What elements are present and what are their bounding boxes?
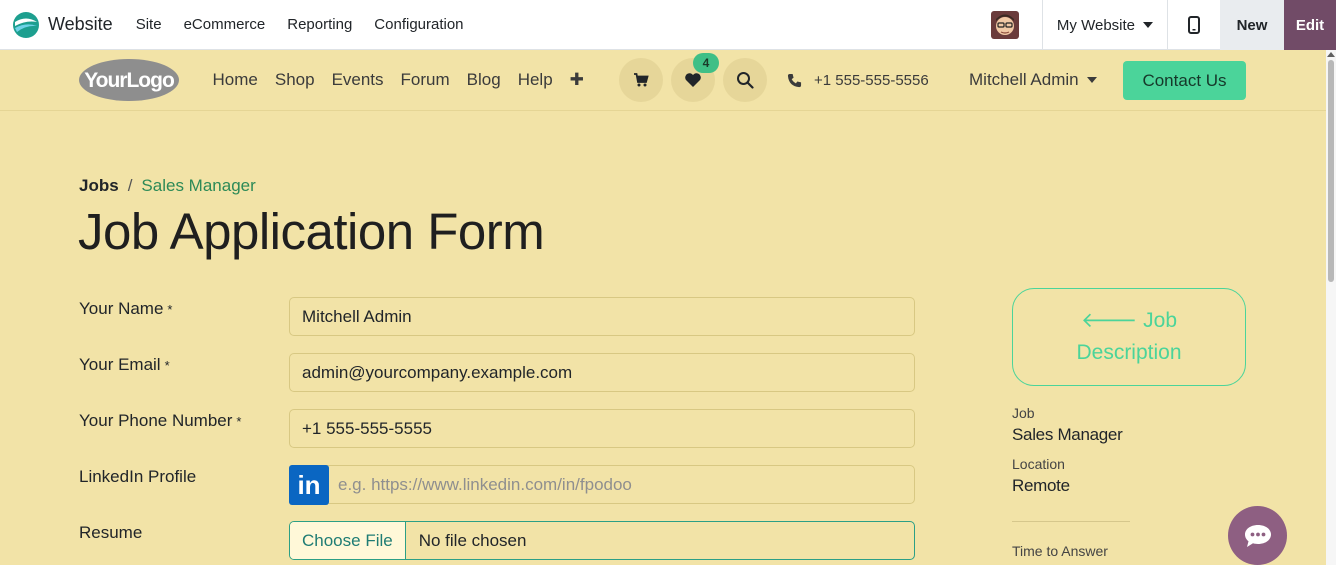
avatar-image [990,11,1019,39]
search-icon [737,72,754,89]
form-row-name: Your Name * Mitchell Admin [79,297,915,337]
phone-field[interactable]: +1 555-555-5555 [289,409,915,448]
file-status: No file chosen [418,530,527,550]
admin-right-tools: My Website New Edit [990,0,1336,50]
required-mark: * [164,358,170,373]
website-switcher[interactable]: My Website [1043,0,1167,50]
time-to-answer-label: Time to Answer [1012,543,1108,559]
search-button[interactable] [723,58,767,102]
chat-bubble-icon [1244,524,1271,547]
job-description-line2: Description [1076,341,1182,364]
website-app-icon [13,11,39,38]
job-description-line1: 🡐 Job [1081,305,1177,337]
job-value: Sales Manager [1012,425,1123,444]
logo-text: YourLogo [84,69,174,92]
caret-down-icon [1143,22,1153,28]
sidebar-divider [1012,521,1130,522]
job-description-text1: Job [1143,309,1177,332]
nav-blog[interactable]: Blog [458,70,509,90]
wishlist-button[interactable]: 4 [671,53,719,102]
breadcrumb-jobs-link[interactable]: Jobs [79,176,119,196]
scrollbar-thumb[interactable] [1328,60,1334,282]
location-value: Remote [1012,476,1070,495]
form-row-phone: Your Phone Number * +1 555-555-5555 [79,409,915,449]
required-mark: * [167,302,173,317]
page-title: Job Application Form [78,203,545,260]
arrow-left-icon: 🡐 [1080,309,1144,332]
caret-down-icon [1086,77,1097,83]
breadcrumb-separator: / [127,176,133,195]
wishlist-count-badge: 4 [693,53,719,73]
scroll-up-arrow-icon[interactable] [1327,52,1335,57]
app-name: Website [48,14,113,34]
app-brand[interactable]: Website [12,11,113,39]
phone-label-text: Your Phone Number [79,411,233,430]
cart-button[interactable] [619,58,663,102]
website-header: YourLogo Home Shop Events Forum Blog Hel… [0,50,1326,111]
resume-label: Resume [79,523,143,542]
email-label-text: Your Email [79,355,161,374]
menu-ecommerce[interactable]: eCommerce [173,16,277,33]
form-row-email: Your Email * admin@yourcompany.example.co… [79,353,915,393]
user-menu[interactable]: Mitchell Admin [969,50,1097,110]
page-scrollbar[interactable] [1326,50,1336,565]
email-label: Your Email * [79,355,170,375]
site-nav: Home Shop Events Forum Blog Help ✚ [204,50,592,110]
new-button[interactable]: New [1220,0,1284,50]
logo-image: YourLogo [79,59,179,101]
nav-events[interactable]: Events [323,70,392,90]
form-row-resume: Resume Choose File No file chosen [79,521,915,561]
livechat-button[interactable] [1228,506,1287,565]
name-field[interactable]: Mitchell Admin [289,297,915,336]
name-label-text: Your Name [79,299,164,318]
admin-menu: Site eCommerce Reporting Configuration [125,16,475,33]
phone-label: Your Phone Number * [79,411,241,431]
breadcrumb-current[interactable]: Sales Manager [141,176,255,196]
nav-forum[interactable]: Forum [392,70,458,90]
choose-file-button[interactable]: Choose File [290,522,406,559]
nav-help[interactable]: Help [509,70,561,90]
cart-icon [634,73,649,87]
add-menu-plus-icon[interactable]: ✚ [561,70,592,90]
form-row-linkedin: LinkedIn Profile e.g. https://www.linked… [79,465,915,505]
phone-icon [787,73,802,87]
website-switcher-label: My Website [1056,16,1135,34]
name-label: Your Name * [79,299,172,319]
edit-button[interactable]: Edit [1284,0,1336,50]
linkedin-label: LinkedIn Profile [79,467,197,486]
header-phone[interactable]: +1 555-555-5556 [787,50,929,110]
required-mark: * [236,414,242,429]
linkedin-field[interactable]: e.g. https://www.linkedin.com/in/fpodoo [289,465,915,504]
site-logo[interactable]: YourLogo [79,58,179,102]
mobile-phone-icon [1188,16,1200,34]
job-description-button[interactable]: 🡐 Job Description [1012,288,1246,386]
user-name: Mitchell Admin [969,70,1079,89]
job-label: Job [1012,405,1035,421]
heart-icon [685,73,701,87]
user-avatar[interactable] [990,11,1019,39]
menu-configuration[interactable]: Configuration [363,16,474,33]
resume-file-input[interactable]: Choose File No file chosen [289,521,915,560]
nav-shop[interactable]: Shop [266,70,323,90]
menu-site[interactable]: Site [125,16,173,33]
admin-navbar: Website Site eCommerce Reporting Configu… [0,0,1336,50]
mobile-preview-button[interactable] [1168,0,1220,50]
menu-reporting[interactable]: Reporting [276,16,363,33]
location-label: Location [1012,456,1065,472]
email-field[interactable]: admin@yourcompany.example.com [289,353,915,392]
linkedin-icon: in [289,465,329,505]
contact-us-button[interactable]: Contact Us [1123,61,1246,100]
phone-number: +1 555-555-5556 [814,71,929,89]
breadcrumb: Jobs / Sales Manager [79,176,256,196]
nav-home[interactable]: Home [204,70,266,90]
